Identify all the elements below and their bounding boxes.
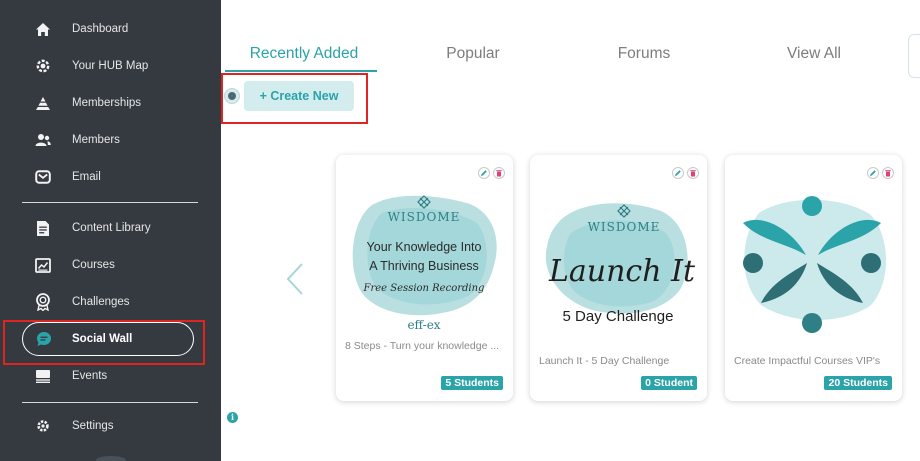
card-title[interactable]: Launch It - 5 Day Challenge <box>539 354 699 369</box>
students-badge: 5 Students <box>441 376 503 390</box>
sidebar-item-content-library[interactable]: Content Library <box>0 213 221 243</box>
info-icon[interactable]: i <box>227 412 238 423</box>
card-actions <box>867 167 894 179</box>
svg-text:Your Knowledge Into: Your Knowledge Into <box>367 240 482 254</box>
delete-icon[interactable] <box>687 167 699 179</box>
course-card[interactable]: Create Impactful Courses VIP's 20 Studen… <box>725 155 902 401</box>
users-icon <box>34 131 52 149</box>
sidebar-item-label: Events <box>72 370 108 382</box>
sidebar-divider <box>22 402 198 403</box>
card-title[interactable]: 8 Steps - Turn your knowledge ... <box>345 339 505 354</box>
radio-toggle[interactable] <box>224 88 240 104</box>
students-badge: 20 Students <box>824 376 892 390</box>
pyramid-icon <box>34 94 52 112</box>
sidebar-item-label: Memberships <box>72 97 142 109</box>
sidebar: Dashboard Your HUB Map Memberships Membe… <box>0 0 221 461</box>
sidebar-item-label: Settings <box>72 420 114 432</box>
highlight-box-social-wall <box>3 320 205 365</box>
delete-icon[interactable] <box>882 167 894 179</box>
card-thumbnail: WISDOME Your Knowledge Into A Thriving B… <box>342 183 507 333</box>
svg-text:A Thriving Business: A Thriving Business <box>369 259 479 273</box>
sidebar-item-label: Email <box>72 171 101 183</box>
sidebar-item-label: Members <box>72 134 120 146</box>
card-thumbnail <box>731 183 896 333</box>
edit-icon[interactable] <box>867 167 879 179</box>
svg-text:WISDOME: WISDOME <box>588 220 661 234</box>
sidebar-item-label: Dashboard <box>72 23 129 35</box>
sidebar-item-label: Content Library <box>72 222 151 234</box>
email-icon <box>34 168 52 186</box>
edit-icon[interactable] <box>478 167 490 179</box>
card-actions <box>672 167 699 179</box>
svg-text:Free Session Recording: Free Session Recording <box>363 283 485 294</box>
courses-icon <box>34 256 52 274</box>
sidebar-item-label: Challenges <box>72 296 130 308</box>
sidebar-divider <box>22 202 198 203</box>
scroll-hint <box>96 456 126 461</box>
sidebar-item-settings[interactable]: Settings <box>0 411 221 441</box>
sidebar-item-label: Your HUB Map <box>72 60 149 72</box>
tab-forums[interactable]: Forums <box>565 45 723 69</box>
gear-map-icon <box>34 57 52 75</box>
tab-active-underline <box>225 70 377 72</box>
events-icon <box>34 367 52 385</box>
gear-icon <box>34 417 52 435</box>
sidebar-item-challenges[interactable]: Challenges <box>0 287 221 317</box>
home-icon <box>34 20 52 38</box>
tab-popular[interactable]: Popular <box>394 45 552 69</box>
sidebar-item-dashboard[interactable]: Dashboard <box>0 14 221 44</box>
sidebar-item-members[interactable]: Members <box>0 125 221 155</box>
students-badge: 0 Student <box>641 376 697 390</box>
course-card[interactable]: WISDOME Launch It 5 Day Challenge Launch… <box>530 155 707 401</box>
svg-text:eff-ex: eff-ex <box>407 318 440 332</box>
create-new-button[interactable]: + Create New <box>244 81 354 111</box>
course-card[interactable]: WISDOME Your Knowledge Into A Thriving B… <box>336 155 513 401</box>
chevron-left-icon <box>286 263 303 295</box>
badge-icon <box>34 293 52 311</box>
tab-view-all[interactable]: View All <box>735 45 893 69</box>
svg-text:Launch It: Launch It <box>548 254 696 289</box>
sidebar-item-memberships[interactable]: Memberships <box>0 88 221 118</box>
svg-text:WISDOME: WISDOME <box>388 210 461 224</box>
sidebar-item-email[interactable]: Email <box>0 162 221 192</box>
delete-icon[interactable] <box>493 167 505 179</box>
sidebar-item-hub-map[interactable]: Your HUB Map <box>0 51 221 81</box>
sidebar-item-events[interactable]: Events <box>0 361 221 391</box>
card-thumbnail: WISDOME Launch It 5 Day Challenge <box>536 183 701 333</box>
card-title[interactable]: Create Impactful Courses VIP's <box>734 354 894 369</box>
sidebar-item-courses[interactable]: Courses <box>0 250 221 280</box>
edge-panel-button[interactable] <box>908 34 920 78</box>
carousel-prev-arrow[interactable] <box>284 262 306 296</box>
document-icon <box>34 219 52 237</box>
svg-text:5 Day Challenge: 5 Day Challenge <box>563 308 674 325</box>
tab-recently-added[interactable]: Recently Added <box>225 45 383 69</box>
sidebar-item-label: Courses <box>72 259 115 271</box>
edit-icon[interactable] <box>672 167 684 179</box>
card-actions <box>478 167 505 179</box>
